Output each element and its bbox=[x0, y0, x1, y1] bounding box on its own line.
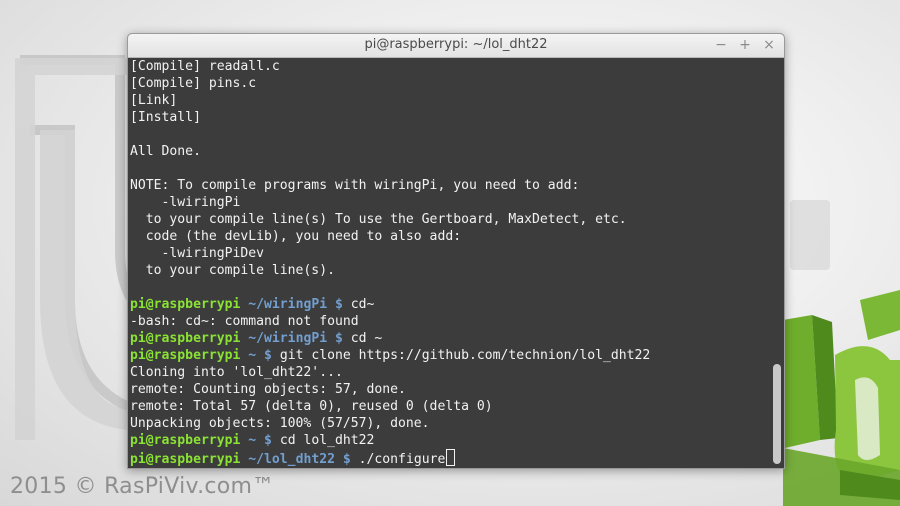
terminal-output-line: -bash: cd~: command not found bbox=[130, 313, 770, 330]
terminal-output-line: [Install] bbox=[130, 109, 770, 126]
output-text: remote: Counting objects: 57, done. bbox=[130, 382, 406, 397]
terminal-window[interactable]: pi@raspberrypi: ~/lol_dht22 − + × [Compi… bbox=[127, 33, 785, 469]
terminal-output-line: All Done. bbox=[130, 143, 770, 160]
output-text: NOTE: To compile programs with wiringPi,… bbox=[130, 178, 580, 193]
command-text: cd lol_dht22 bbox=[279, 433, 375, 448]
terminal-scrollbar[interactable] bbox=[771, 58, 784, 468]
terminal-output-line: -lwiringPi bbox=[130, 194, 770, 211]
minimize-icon[interactable]: − bbox=[714, 36, 728, 54]
terminal-output-line: to your compile line(s) To use the Gertb… bbox=[130, 211, 770, 228]
terminal-prompt-line: pi@raspberrypi ~/lol_dht22 $ ./configure bbox=[130, 449, 770, 467]
watermark-text: 2015 © RasPiViv.com™ bbox=[10, 474, 275, 499]
maximize-icon[interactable]: + bbox=[738, 36, 752, 54]
prompt-path: ~ $ bbox=[248, 348, 272, 363]
terminal-output-line: [Compile] pins.c bbox=[130, 75, 770, 92]
output-text: [Compile] pins.c bbox=[130, 76, 257, 91]
close-icon[interactable]: × bbox=[762, 36, 776, 54]
output-text: Cloning into 'lol_dht22'... bbox=[130, 365, 343, 380]
scrollbar-thumb[interactable] bbox=[773, 364, 781, 464]
prompt-path: ~/wiringPi $ bbox=[248, 297, 343, 312]
output-text: Unpacking objects: 100% (57/57), done. bbox=[130, 416, 430, 431]
output-text: [Link] bbox=[130, 93, 178, 108]
prompt-path: ~ $ bbox=[248, 433, 272, 448]
output-text: code (the devLib), you need to also add: bbox=[130, 229, 462, 244]
prompt-user: pi@raspberrypi bbox=[130, 297, 241, 312]
window-titlebar[interactable]: pi@raspberrypi: ~/lol_dht22 − + × bbox=[128, 34, 784, 58]
output-text: [Compile] readall.c bbox=[130, 59, 280, 74]
output-text: remote: Total 57 (delta 0), reused 0 (de… bbox=[130, 399, 493, 414]
prompt-user: pi@raspberrypi bbox=[130, 348, 241, 363]
prompt-user: pi@raspberrypi bbox=[130, 433, 241, 448]
text-cursor bbox=[446, 449, 456, 466]
terminal-prompt-line: pi@raspberrypi ~ $ cd lol_dht22 bbox=[130, 432, 770, 449]
terminal-output-line: NOTE: To compile programs with wiringPi,… bbox=[130, 177, 770, 194]
terminal-prompt-line: pi@raspberrypi ~ $ git clone https://git… bbox=[130, 347, 770, 364]
window-title: pi@raspberrypi: ~/lol_dht22 bbox=[364, 37, 548, 52]
output-text: -bash: cd~: command not found bbox=[130, 314, 359, 329]
output-text: to your compile line(s) To use the Gertb… bbox=[130, 212, 627, 227]
terminal-output-line: [Compile] readall.c bbox=[130, 58, 770, 75]
terminal-output[interactable]: [Compile] readall.c [Compile] pins.c [Link… bbox=[130, 58, 770, 468]
terminal-prompt-line: pi@raspberrypi ~/wiringPi $ cd~ bbox=[130, 296, 770, 313]
prompt-path: ~/lol_dht22 $ bbox=[248, 452, 351, 467]
terminal-prompt-line: pi@raspberrypi ~/wiringPi $ cd ~ bbox=[130, 330, 770, 347]
window-controls: − + × bbox=[714, 36, 776, 54]
output-text: All Done. bbox=[130, 144, 201, 159]
output-text: to your compile line(s). bbox=[130, 263, 335, 278]
output-text: -lwiringPiDev bbox=[130, 246, 265, 261]
prompt-user: pi@raspberrypi bbox=[130, 331, 241, 346]
output-text: -lwiringPi bbox=[130, 195, 241, 210]
command-text: git clone https://github.com/technion/lo… bbox=[279, 348, 651, 363]
output-text: [Install] bbox=[130, 110, 201, 125]
prompt-path: ~/wiringPi $ bbox=[248, 331, 343, 346]
prompt-user: pi@raspberrypi bbox=[130, 452, 241, 467]
command-text: ./configure bbox=[358, 452, 446, 467]
command-text: cd~ bbox=[350, 297, 375, 312]
terminal-output-line: Cloning into 'lol_dht22'... bbox=[130, 364, 770, 381]
terminal-output-line: -lwiringPiDev bbox=[130, 245, 770, 262]
terminal-output-line: remote: Counting objects: 57, done. bbox=[130, 381, 770, 398]
command-text: cd ~ bbox=[350, 331, 383, 346]
terminal-output-line: [Link] bbox=[130, 92, 770, 109]
terminal-output-line: code (the devLib), you need to also add: bbox=[130, 228, 770, 245]
terminal-output-line: to your compile line(s). bbox=[130, 262, 770, 279]
terminal-output-line: Unpacking objects: 100% (57/57), done. bbox=[130, 415, 770, 432]
terminal-output-line: remote: Total 57 (delta 0), reused 0 (de… bbox=[130, 398, 770, 415]
